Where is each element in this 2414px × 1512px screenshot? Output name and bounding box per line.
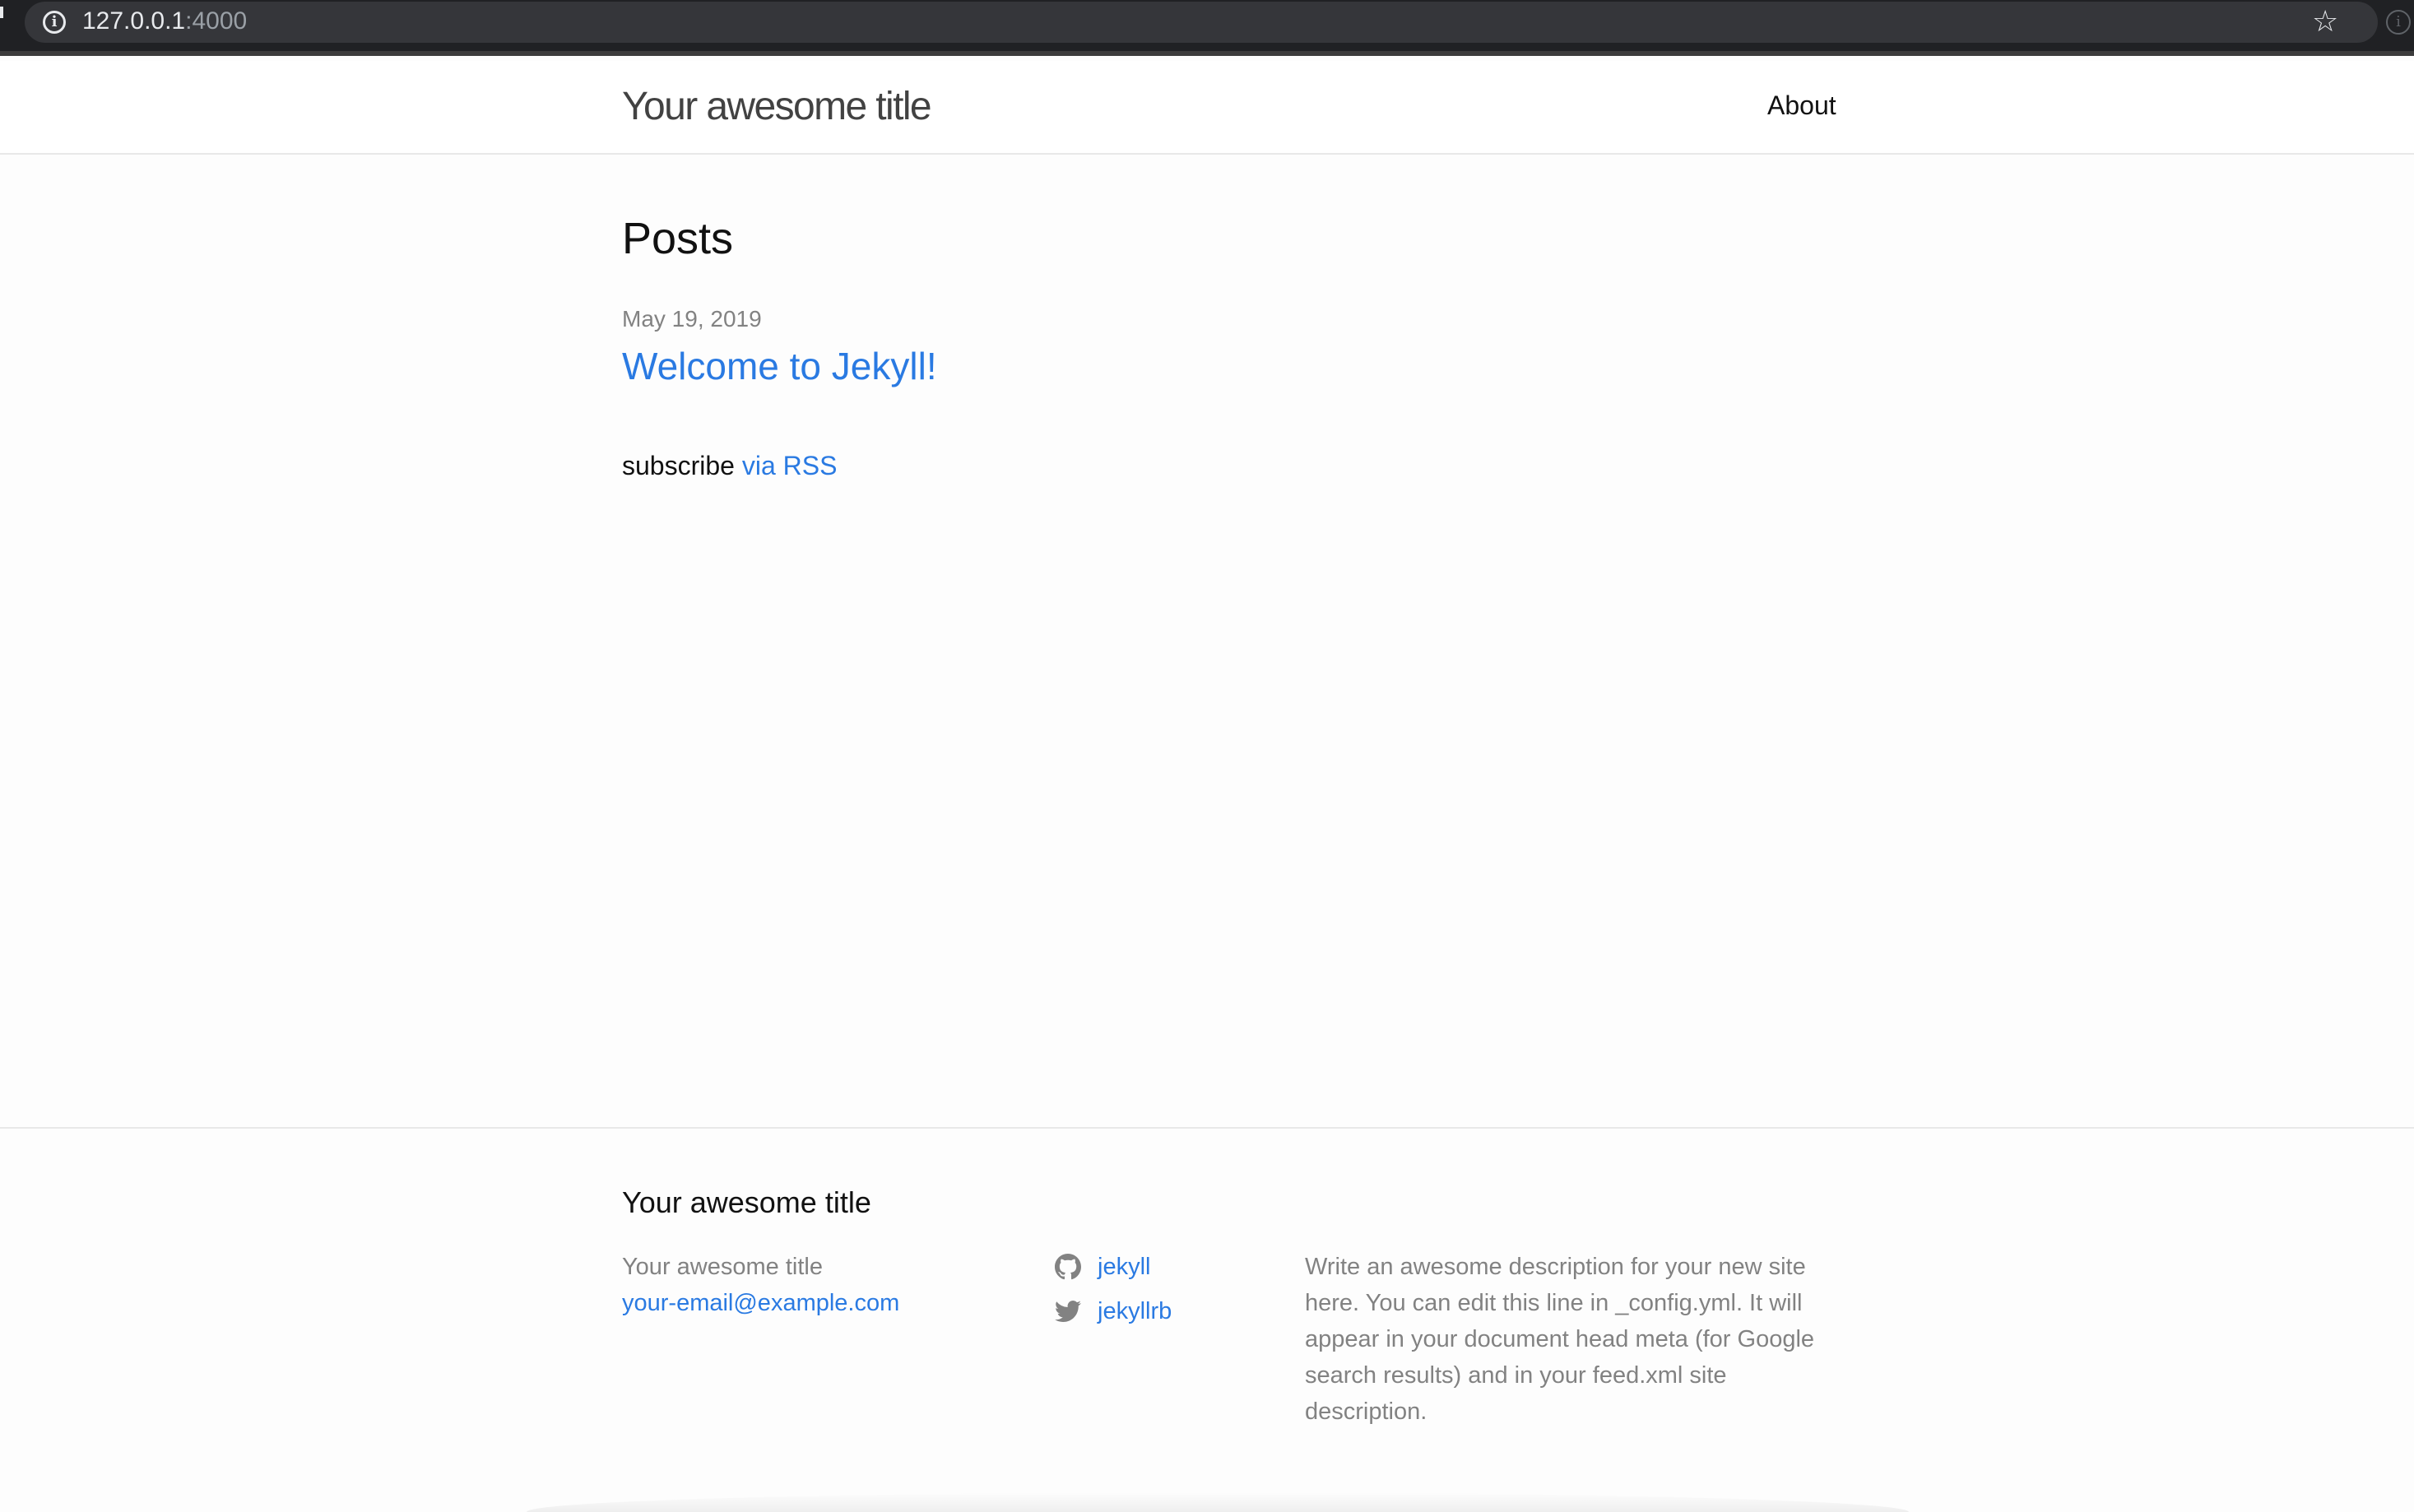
site-footer: Your awesome title Your awesome title yo… — [0, 1127, 2414, 1512]
window-edge-marker — [0, 7, 3, 18]
footer-email-link[interactable]: your-email@example.com — [622, 1285, 899, 1321]
footer-heading: Your awesome title — [622, 1185, 871, 1219]
url-text[interactable]: 127.0.0.1:4000 — [82, 7, 247, 35]
twitter-username-link[interactable]: jekyllrb — [1098, 1293, 1172, 1329]
post-title-link[interactable]: Welcome to Jekyll! — [622, 341, 937, 392]
footer-name: Your awesome title — [622, 1254, 823, 1280]
extension-info-icon[interactable]: i — [2386, 10, 2411, 35]
rss-link[interactable]: via RSS — [742, 451, 838, 480]
url-port: :4000 — [185, 7, 248, 35]
twitter-icon — [1055, 1301, 1081, 1322]
rss-prefix: subscribe — [622, 451, 735, 480]
url-host: 127.0.0.1 — [82, 7, 186, 35]
page-heading: Posts — [622, 214, 734, 263]
nav-link-about[interactable]: About — [1767, 89, 1836, 122]
site-header: Your awesome title About — [0, 61, 2414, 155]
site-title-link[interactable]: Your awesome title — [622, 82, 932, 132]
browser-toolbar: i 127.0.0.1:4000 ☆ i — [0, 0, 2414, 56]
site-info-icon[interactable]: i — [43, 11, 66, 34]
site-description: Write an awesome description for your ne… — [1305, 1254, 1815, 1425]
github-icon — [1055, 1254, 1081, 1280]
post-date: May 19, 2019 — [622, 306, 762, 332]
github-username-link[interactable]: jekyll — [1098, 1249, 1150, 1285]
rss-subscribe: subscribe via RSS — [622, 448, 837, 484]
bookmark-star-icon[interactable]: ☆ — [2312, 3, 2338, 39]
address-bar[interactable] — [25, 2, 2378, 43]
